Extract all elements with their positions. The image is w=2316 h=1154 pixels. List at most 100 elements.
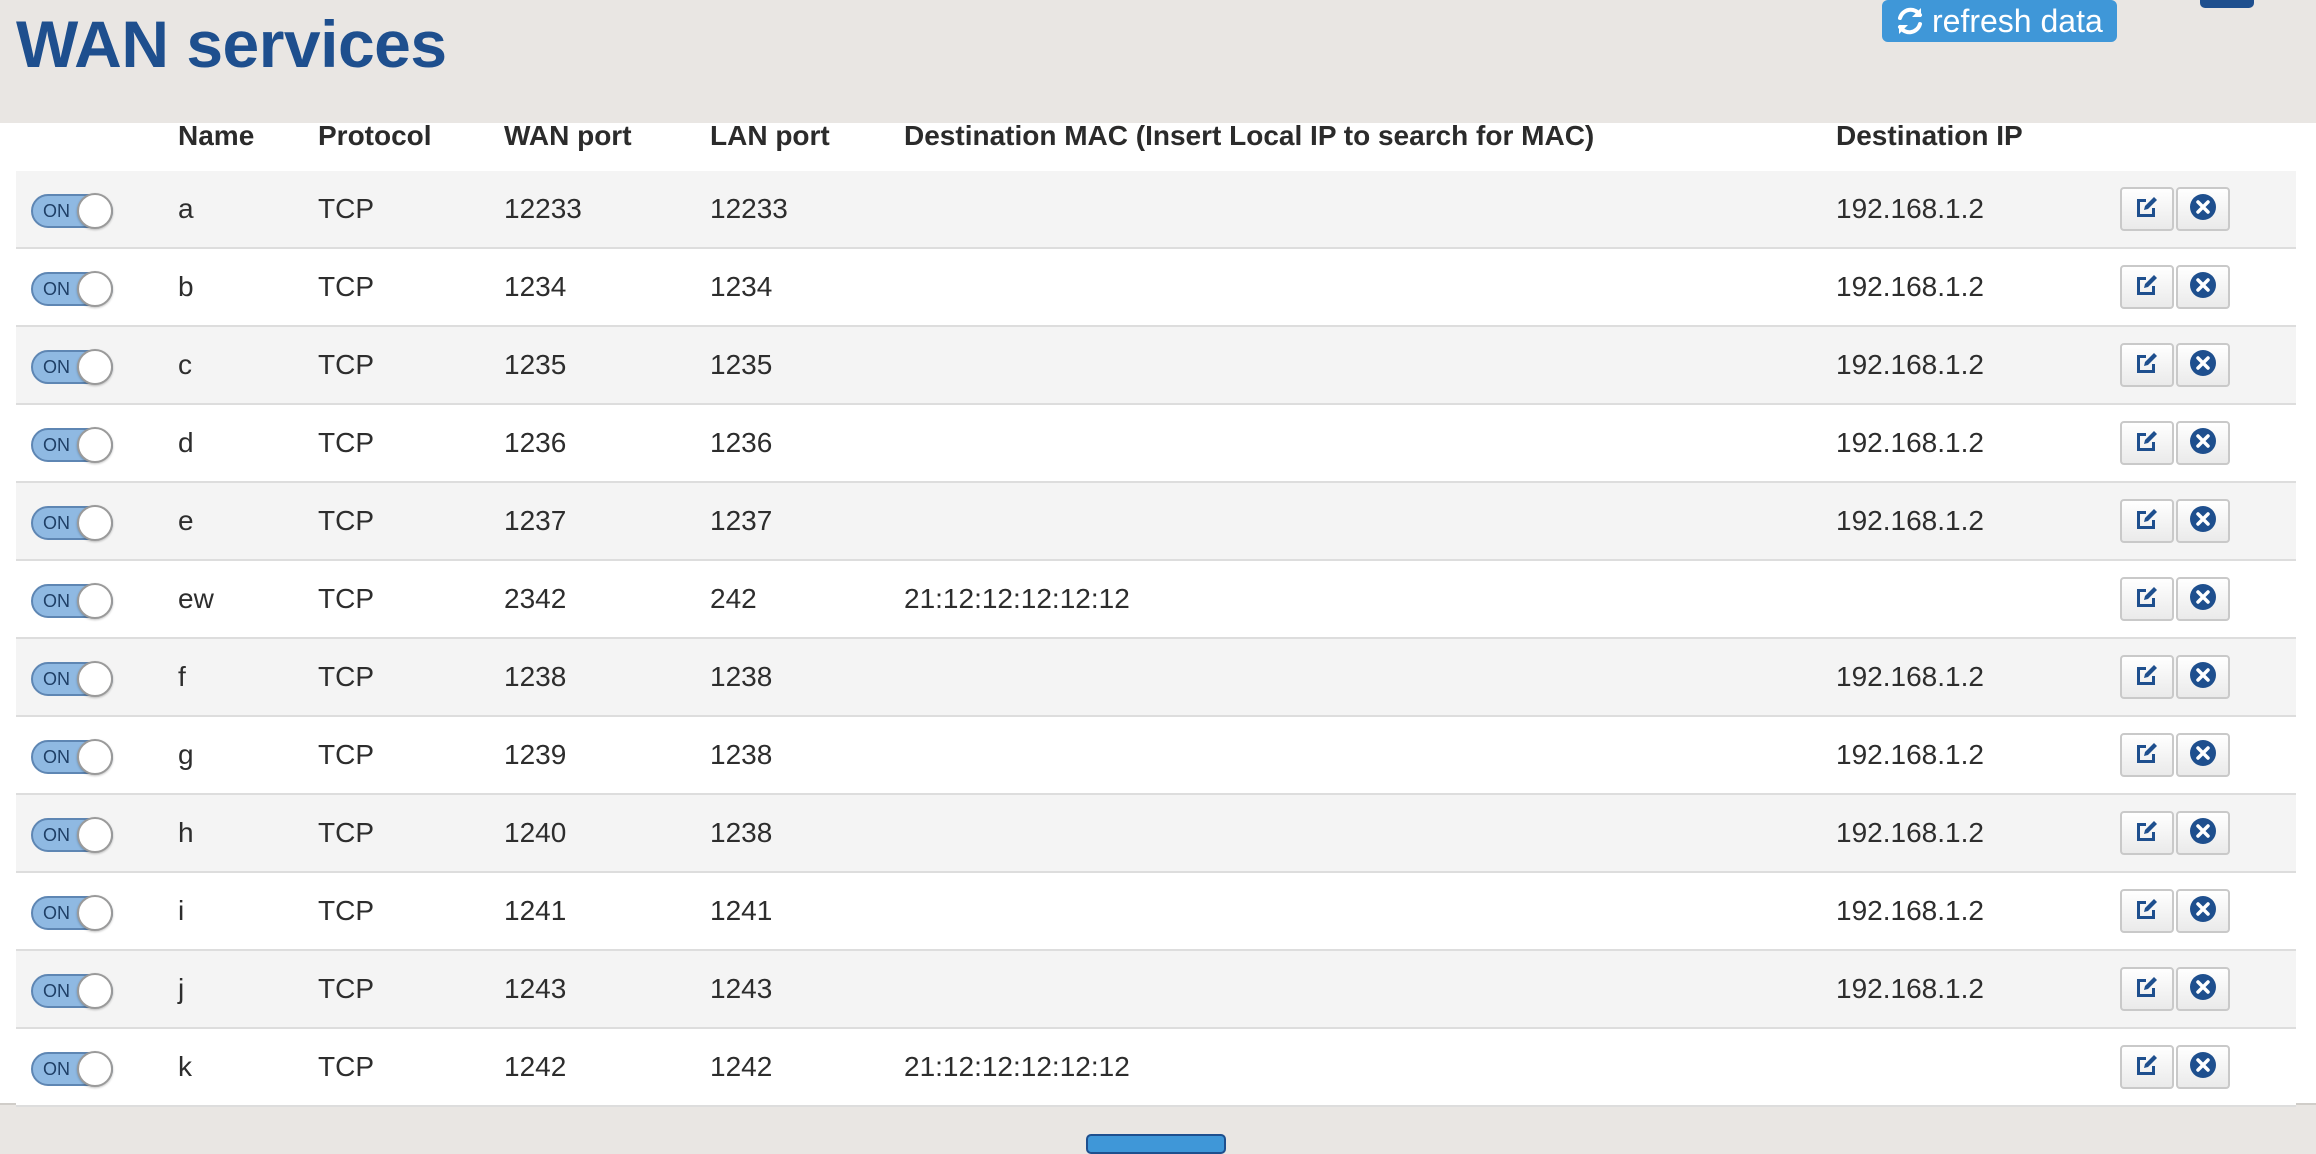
- toggle-on-label: ON: [43, 279, 70, 299]
- cell-protocol: TCP: [318, 1051, 374, 1082]
- enable-toggle[interactable]: ON: [31, 583, 113, 619]
- column-header-wan-port: WAN port: [504, 120, 632, 151]
- enable-toggle[interactable]: ON: [31, 505, 113, 541]
- edit-icon: [2133, 895, 2161, 928]
- delete-button[interactable]: [2176, 889, 2230, 933]
- cell-lan-port: 1235: [710, 349, 773, 380]
- toggle-on-label: ON: [43, 981, 70, 1001]
- edit-button[interactable]: [2120, 577, 2174, 621]
- cell-protocol: TCP: [318, 271, 374, 302]
- delete-button[interactable]: [2176, 421, 2230, 465]
- cell-wan-port: 12233: [504, 193, 582, 224]
- edit-button[interactable]: [2120, 811, 2174, 855]
- cell-wan-port: 1235: [504, 349, 567, 380]
- cell-lan-port: 1241: [710, 895, 773, 926]
- delete-button[interactable]: [2176, 499, 2230, 543]
- table-row: ON c TCP 1235 1235 192.168.1.2: [16, 327, 2296, 405]
- delete-icon: [2188, 426, 2218, 461]
- edit-button[interactable]: [2120, 343, 2174, 387]
- delete-button[interactable]: [2176, 343, 2230, 387]
- delete-button[interactable]: [2176, 577, 2230, 621]
- enable-toggle[interactable]: ON: [31, 895, 113, 931]
- edit-button[interactable]: [2120, 499, 2174, 543]
- edit-button[interactable]: [2120, 1045, 2174, 1089]
- toggle-on-label: ON: [43, 747, 70, 767]
- edit-button[interactable]: [2120, 421, 2174, 465]
- cell-wan-port: 1236: [504, 427, 567, 458]
- toggle-on-label: ON: [43, 669, 70, 689]
- toggle-knob: [77, 661, 113, 697]
- enable-toggle[interactable]: ON: [31, 271, 113, 307]
- cell-lan-port: 1238: [710, 817, 773, 848]
- cell-destination-ip: 192.168.1.2: [1836, 895, 1984, 926]
- delete-button[interactable]: [2176, 265, 2230, 309]
- cell-name: a: [178, 193, 194, 224]
- delete-button[interactable]: [2176, 1045, 2230, 1089]
- delete-button[interactable]: [2176, 655, 2230, 699]
- cell-protocol: TCP: [318, 661, 374, 692]
- cell-destination-ip: 192.168.1.2: [1836, 817, 1984, 848]
- toggle-on-label: ON: [43, 357, 70, 377]
- table-row: ON b TCP 1234 1234 192.168.1.2: [16, 249, 2296, 327]
- table-row: ON j TCP 1243 1243 192.168.1.2: [16, 951, 2296, 1029]
- cell-lan-port: 1236: [710, 427, 773, 458]
- edit-icon: [2133, 817, 2161, 850]
- delete-button[interactable]: [2176, 187, 2230, 231]
- cell-lan-port: 1238: [710, 739, 773, 770]
- cell-destination-ip: 192.168.1.2: [1836, 661, 1984, 692]
- toggle-knob: [77, 193, 113, 229]
- cell-protocol: TCP: [318, 895, 374, 926]
- toggle-knob: [77, 895, 113, 931]
- cell-wan-port: 1237: [504, 505, 567, 536]
- bottom-button[interactable]: [1086, 1134, 1226, 1154]
- cell-destination-ip: 192.168.1.2: [1836, 973, 1984, 1004]
- delete-button[interactable]: [2176, 733, 2230, 777]
- edit-icon: [2133, 427, 2161, 460]
- toggle-knob: [77, 1051, 113, 1087]
- delete-icon: [2188, 348, 2218, 383]
- enable-toggle[interactable]: ON: [31, 349, 113, 385]
- edit-button[interactable]: [2120, 265, 2174, 309]
- table-row: ON i TCP 1241 1241 192.168.1.2: [16, 873, 2296, 951]
- menu-button[interactable]: [2200, 0, 2254, 8]
- enable-toggle[interactable]: ON: [31, 661, 113, 697]
- enable-toggle[interactable]: ON: [31, 817, 113, 853]
- delete-button[interactable]: [2176, 811, 2230, 855]
- delete-icon: [2188, 192, 2218, 227]
- enable-toggle[interactable]: ON: [31, 427, 113, 463]
- cell-protocol: TCP: [318, 427, 374, 458]
- delete-icon: [2188, 816, 2218, 851]
- edit-button[interactable]: [2120, 187, 2174, 231]
- delete-icon: [2188, 1050, 2218, 1085]
- toggle-knob: [77, 271, 113, 307]
- column-header-protocol: Protocol: [318, 120, 432, 151]
- enable-toggle[interactable]: ON: [31, 739, 113, 775]
- cell-protocol: TCP: [318, 973, 374, 1004]
- delete-icon: [2188, 270, 2218, 305]
- cell-lan-port: 1242: [710, 1051, 773, 1082]
- cell-name: b: [178, 271, 194, 302]
- toggle-knob: [77, 583, 113, 619]
- refresh-data-button[interactable]: refresh data: [1882, 0, 2117, 42]
- edit-button[interactable]: [2120, 655, 2174, 699]
- cell-name: f: [178, 661, 186, 692]
- toggle-on-label: ON: [43, 825, 70, 845]
- enable-toggle[interactable]: ON: [31, 193, 113, 229]
- page-header: WAN services refresh data: [0, 0, 2316, 123]
- edit-icon: [2133, 583, 2161, 616]
- delete-button[interactable]: [2176, 967, 2230, 1011]
- cell-destination-ip: 192.168.1.2: [1836, 193, 1984, 224]
- enable-toggle[interactable]: ON: [31, 1051, 113, 1087]
- table-row: ON a TCP 12233 12233 192.168.1.2: [16, 171, 2296, 249]
- table-row: ON e TCP 1237 1237 192.168.1.2: [16, 483, 2296, 561]
- edit-button[interactable]: [2120, 967, 2174, 1011]
- cell-protocol: TCP: [318, 817, 374, 848]
- edit-button[interactable]: [2120, 733, 2174, 777]
- enable-toggle[interactable]: ON: [31, 973, 113, 1009]
- cell-lan-port: 1234: [710, 271, 773, 302]
- table-row: ON h TCP 1240 1238 192.168.1.2: [16, 795, 2296, 873]
- edit-button[interactable]: [2120, 889, 2174, 933]
- cell-wan-port: 1239: [504, 739, 567, 770]
- cell-destination-ip: 192.168.1.2: [1836, 505, 1984, 536]
- table-row: ON d TCP 1236 1236 192.168.1.2: [16, 405, 2296, 483]
